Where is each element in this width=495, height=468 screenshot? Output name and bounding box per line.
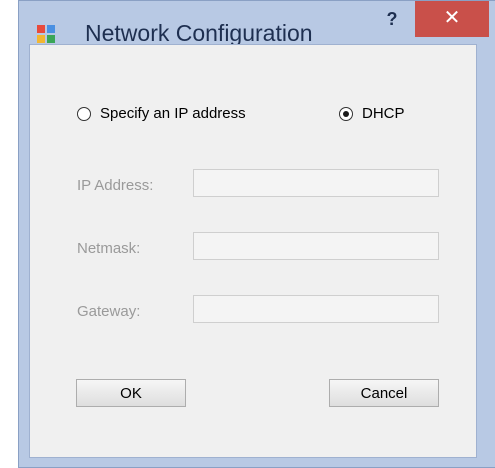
netmask-label: Netmask: <box>77 240 141 257</box>
dialog-content: Specify an IP address DHCP IP Address: N… <box>29 44 477 458</box>
gateway-label: Gateway: <box>77 303 141 320</box>
app-window-icon <box>37 25 55 43</box>
ip-address-label: IP Address: <box>77 177 154 194</box>
window-title: Network Configuration <box>85 20 313 46</box>
help-button[interactable]: ? <box>375 5 409 33</box>
dialog-window: Network Configuration ? ✕ Specify an IP … <box>18 0 495 468</box>
ip-address-input[interactable] <box>193 169 439 197</box>
ok-button[interactable]: OK <box>76 379 186 407</box>
radio-dhcp-label: DHCP <box>362 105 405 122</box>
cancel-button[interactable]: Cancel <box>329 379 439 407</box>
title-bar[interactable]: Network Configuration ? ✕ <box>19 1 495 46</box>
radio-specify-ip[interactable]: Specify an IP address <box>77 105 246 122</box>
radio-checked-icon[interactable] <box>339 106 353 121</box>
radio-unchecked-icon[interactable] <box>77 106 91 121</box>
radio-dhcp[interactable]: DHCP <box>339 105 405 122</box>
close-button[interactable]: ✕ <box>415 1 489 37</box>
radio-specify-ip-label: Specify an IP address <box>100 105 246 122</box>
netmask-input[interactable] <box>193 232 439 260</box>
gateway-input[interactable] <box>193 295 439 323</box>
